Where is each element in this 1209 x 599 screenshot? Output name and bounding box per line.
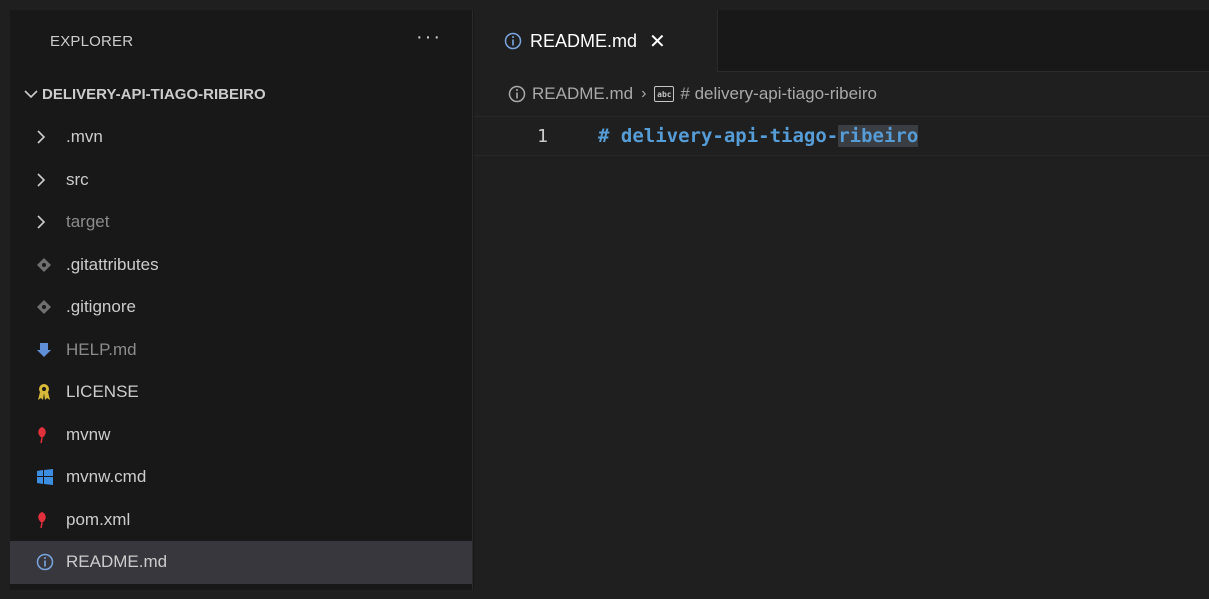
git-file-icon [36, 255, 60, 275]
tree-folder-src[interactable]: src [10, 159, 472, 202]
tree-item-label: mvnw.cmd [66, 467, 147, 487]
markdown-down-arrow-icon [36, 340, 60, 360]
maven-feather-icon [36, 425, 60, 445]
maven-feather-icon [36, 510, 60, 530]
window-frame-bottom [0, 590, 1209, 599]
git-file-icon [36, 297, 60, 317]
tree-file-pom-xml[interactable]: pom.xml [10, 499, 472, 542]
chevron-down-icon [20, 89, 42, 99]
tree-item-label: mvnw [66, 424, 111, 444]
tree-item-label: HELP.md [66, 339, 137, 359]
info-icon [504, 32, 522, 50]
tree-file-readme-md[interactable]: README.md [10, 541, 472, 584]
explorer-title: EXPLORER [50, 32, 134, 50]
close-icon[interactable]: ✕ [649, 29, 666, 54]
window-frame-left [0, 0, 10, 599]
editor-tab-bar: README.md ✕ [474, 10, 1209, 72]
license-ribbon-icon [36, 382, 60, 402]
chevron-right-icon: › [641, 85, 647, 102]
tree-folder-target[interactable]: target [10, 201, 472, 244]
windows-icon [36, 467, 60, 487]
chevron-right-icon [36, 170, 60, 190]
breadcrumb-file[interactable]: README.md [532, 84, 633, 104]
workspace-root-label: DELIVERY-API-TIAGO-RIBEIRO [42, 85, 266, 103]
breadcrumb: README.md › abc # delivery-api-tiago-rib… [474, 72, 1209, 116]
tree-item-label: target [66, 212, 110, 232]
tree-file-license[interactable]: LICENSE [10, 371, 472, 414]
tree-item-label: LICENSE [66, 382, 139, 402]
breadcrumb-symbol[interactable]: # delivery-api-tiago-ribeiro [680, 84, 877, 104]
string-symbol-icon: abc [654, 86, 675, 102]
tree-file-mvnw-cmd[interactable]: mvnw.cmd [10, 456, 472, 499]
code-text-highlighted: ribeiro [838, 125, 919, 147]
tree-file-help-md[interactable]: HELP.md [10, 329, 472, 372]
info-icon [36, 552, 60, 572]
editor-area: README.md ✕ README.md › abc # delivery-a… [474, 10, 1209, 590]
chevron-right-icon [36, 212, 60, 232]
tree-file-gitattributes[interactable]: .gitattributes [10, 244, 472, 287]
tree-file-gitignore[interactable]: .gitignore [10, 286, 472, 329]
tree-item-label: .gitattributes [66, 254, 159, 274]
tree-item-label: src [66, 169, 89, 189]
code-line[interactable]: 1 # delivery-api-tiago-ribeiro [474, 116, 1209, 156]
line-number: 1 [537, 125, 548, 147]
tab-readme-md[interactable]: README.md ✕ [474, 10, 718, 72]
info-icon [508, 85, 526, 103]
chevron-right-icon [36, 127, 60, 147]
tree-item-label: .mvn [66, 127, 103, 147]
tree-item-label: .gitignore [66, 297, 136, 317]
more-actions-button[interactable]: ··· [416, 27, 442, 47]
code-text-plain: # delivery-api-tiago- [598, 125, 839, 147]
window-frame-top [0, 0, 1209, 10]
explorer-header: EXPLORER ··· [10, 10, 472, 72]
code-text[interactable]: # delivery-api-tiago-ribeiro [598, 125, 919, 147]
workspace-root-folder[interactable]: DELIVERY-API-TIAGO-RIBEIRO [10, 72, 472, 116]
tree-folder-mvn[interactable]: .mvn [10, 116, 472, 159]
tree-item-label: README.md [66, 552, 168, 572]
tree-file-mvnw[interactable]: mvnw [10, 414, 472, 457]
explorer-sidebar: EXPLORER ··· DELIVERY-API-TIAGO-RIBEIRO … [10, 10, 473, 590]
tree-item-label: pom.xml [66, 509, 131, 529]
tab-label: README.md [530, 30, 638, 51]
